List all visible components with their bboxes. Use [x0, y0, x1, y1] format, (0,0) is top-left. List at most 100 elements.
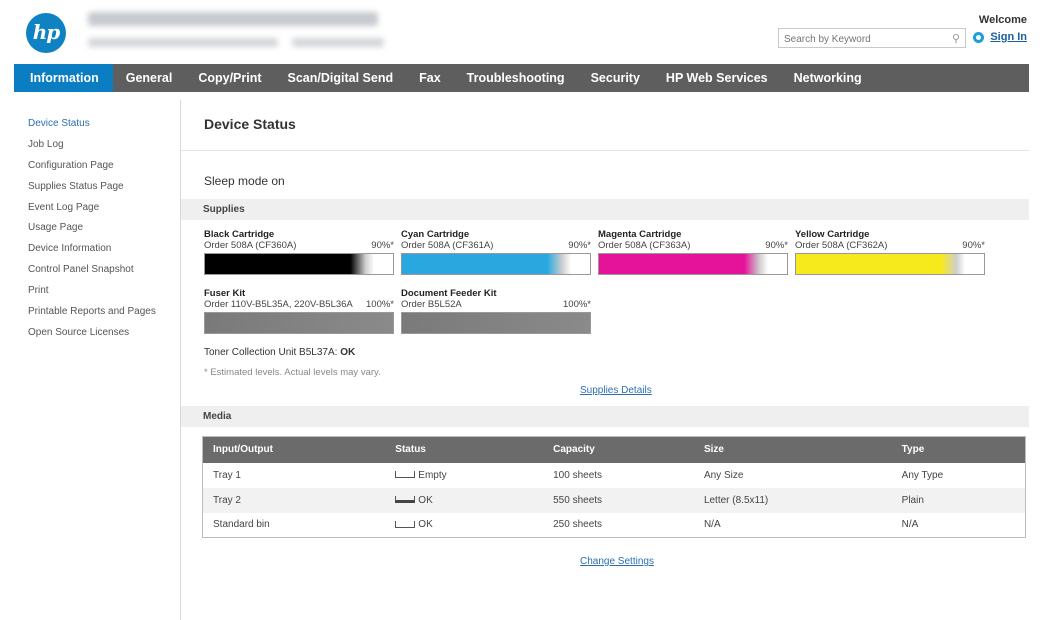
sidebar-divider: [180, 100, 181, 620]
supply-level-fill: [205, 254, 375, 274]
cell-input-output: Tray 2: [202, 487, 386, 513]
cell-input-output: Standard bin: [213, 519, 270, 531]
supply-order-number: Order 110V-B5L35A, 220V-B5L36A: [204, 299, 353, 310]
sleep-mode-status: Sleep mode on: [204, 174, 285, 188]
hp-logo[interactable]: hp: [26, 13, 66, 53]
supply-percent: 90%*: [371, 240, 394, 251]
cartridge-black-cartridge: Black Cartridge Order 508A (CF360A) 90%*: [204, 230, 394, 275]
column-header-type: Type: [891, 436, 1026, 463]
search-box: ⚲: [778, 28, 966, 49]
supply-order: Order 508A (CF363A) 90%*: [598, 240, 788, 251]
supply-order-number: Order 508A (CF361A): [401, 240, 494, 251]
table-row: Tray 1 Empty 100 sheets Any Size Any Type: [203, 463, 1026, 488]
supply-name: Cyan Cartridge: [401, 229, 470, 240]
cell-status: OK: [385, 513, 543, 538]
supply-name: Black Cartridge: [204, 229, 275, 240]
supply-level-fill: [796, 254, 966, 274]
tab-fax[interactable]: Fax: [406, 64, 454, 92]
welcome-text: Welcome: [978, 14, 1027, 26]
tab-hp-web-services[interactable]: HP Web Services: [653, 64, 781, 92]
status-text: OK: [418, 519, 433, 531]
tray-icon: [395, 521, 416, 529]
cartridge-yellow-cartridge: Yellow Cartridge Order 508A (CF362A) 90%*: [795, 230, 985, 275]
cartridge-cyan-cartridge: Cyan Cartridge Order 508A (CF361A) 90%*: [401, 230, 591, 275]
cell-size: N/A: [703, 519, 721, 531]
column-header-capacity: Capacity: [543, 436, 694, 463]
cell-size: Any Size: [703, 469, 744, 481]
supplies-section-header: Supplies: [181, 199, 1029, 220]
sidebar-item-device-information[interactable]: Device Information: [28, 239, 178, 260]
hp-logo-text: hp: [32, 20, 61, 44]
toner-collection-status: Toner Collection Unit B5L37A: OK: [204, 347, 355, 358]
supply-name: Magenta Cartridge: [598, 229, 682, 240]
supply-order: Order 110V-B5L35A, 220V-B5L36A 100%*: [204, 299, 394, 310]
supply-order: Order B5L52A 100%*: [401, 299, 591, 310]
sidebar-item-control-panel-snapshot[interactable]: Control Panel Snapshot: [28, 260, 178, 281]
main-nav: Information General Copy/Print Scan/Digital…: [14, 64, 1029, 92]
kit-document-feeder-kit: Document Feeder Kit Order B5L52A 100%*: [401, 289, 591, 334]
column-header-input-output: Input/Output: [202, 436, 386, 463]
blurred-printer-host: [88, 38, 278, 47]
sidebar-item-configuration-page[interactable]: Configuration Page: [28, 156, 178, 177]
media-table: Input/Output Status Capacity Size Type Tray …: [202, 436, 1026, 538]
sidebar-item-job-log[interactable]: Job Log: [28, 135, 178, 156]
tab-scan-digital-send[interactable]: Scan/Digital Send: [275, 64, 407, 92]
tab-copy-print[interactable]: Copy/Print: [185, 64, 274, 92]
cell-type: Plain: [891, 487, 1026, 513]
tray-icon: [395, 496, 416, 504]
cell-size: Letter (8.5x11): [693, 487, 892, 513]
user-icon: [973, 31, 985, 43]
sidebar: Device Status Job Log Configuration Page Su…: [28, 114, 178, 344]
supply-level-bar: [204, 312, 394, 334]
sidebar-item-usage-page[interactable]: Usage Page: [28, 218, 178, 239]
supply-name: Document Feeder Kit: [401, 288, 497, 299]
sidebar-item-print[interactable]: Print: [28, 281, 178, 302]
supply-level-bar: [401, 312, 591, 334]
estimated-levels-note: * Estimated levels. Actual levels may va…: [204, 367, 381, 378]
kit-fuser-kit: Fuser Kit Order 110V-B5L35A, 220V-B5L36A 1…: [204, 289, 394, 334]
supply-order: Order 508A (CF361A) 90%*: [401, 240, 591, 251]
tab-troubleshooting[interactable]: Troubleshooting: [454, 64, 578, 92]
sign-in-link[interactable]: Sign In: [990, 31, 1027, 43]
status-text: OK: [418, 494, 433, 506]
cell-capacity: 100 sheets: [553, 469, 603, 481]
toner-collection-value: OK: [340, 347, 356, 358]
toner-collection-label: Toner Collection Unit B5L37A:: [204, 347, 338, 358]
supply-order: Order 508A (CF362A) 90%*: [795, 240, 985, 251]
search-input[interactable]: [779, 30, 939, 49]
supply-percent: 100%*: [366, 299, 394, 310]
supply-level-bar: [795, 253, 985, 275]
supply-percent: 90%*: [765, 240, 788, 251]
blurred-printer-name: [88, 12, 378, 26]
change-settings-link[interactable]: Change Settings: [580, 556, 654, 567]
sidebar-item-device-status[interactable]: Device Status: [28, 114, 178, 135]
tab-networking[interactable]: Networking: [781, 64, 875, 92]
page-title: Device Status: [204, 116, 296, 132]
supply-level-bar: [401, 253, 591, 275]
tab-information[interactable]: Information: [14, 64, 113, 92]
sidebar-item-open-source-licenses[interactable]: Open Source Licenses: [28, 323, 178, 344]
media-table-header: Input/Output Status Capacity Size Type: [202, 436, 1026, 463]
supply-name: Yellow Cartridge: [795, 229, 870, 240]
supply-order-number: Order B5L52A: [401, 299, 462, 310]
supply-order-number: Order 508A (CF362A): [795, 240, 888, 251]
sidebar-item-supplies-status-page[interactable]: Supplies Status Page: [28, 177, 178, 198]
tab-general[interactable]: General: [113, 64, 186, 92]
sidebar-item-printable-reports-and-pages[interactable]: Printable Reports and Pages: [28, 302, 178, 323]
column-header-status: Status: [385, 436, 544, 463]
tab-security[interactable]: Security: [578, 64, 653, 92]
cartridge-magenta-cartridge: Magenta Cartridge Order 508A (CF363A) 90%*: [598, 230, 788, 275]
cell-status: OK: [385, 487, 544, 513]
supply-level-bar: [598, 253, 788, 275]
supply-order-number: Order 508A (CF363A): [598, 240, 691, 251]
supply-level-fill: [599, 254, 769, 274]
cell-type: Any Type: [901, 469, 944, 481]
sidebar-item-event-log-page[interactable]: Event Log Page: [28, 198, 178, 219]
supply-percent: 90%*: [962, 240, 985, 251]
table-row: Standard bin OK 250 sheets N/A N/A: [203, 513, 1026, 538]
title-divider: [181, 150, 1029, 151]
media-section-header: Media: [181, 406, 1029, 427]
cell-capacity: 250 sheets: [553, 519, 603, 531]
search-icon[interactable]: ⚲: [952, 32, 960, 45]
supplies-details-link[interactable]: Supplies Details: [580, 385, 652, 396]
